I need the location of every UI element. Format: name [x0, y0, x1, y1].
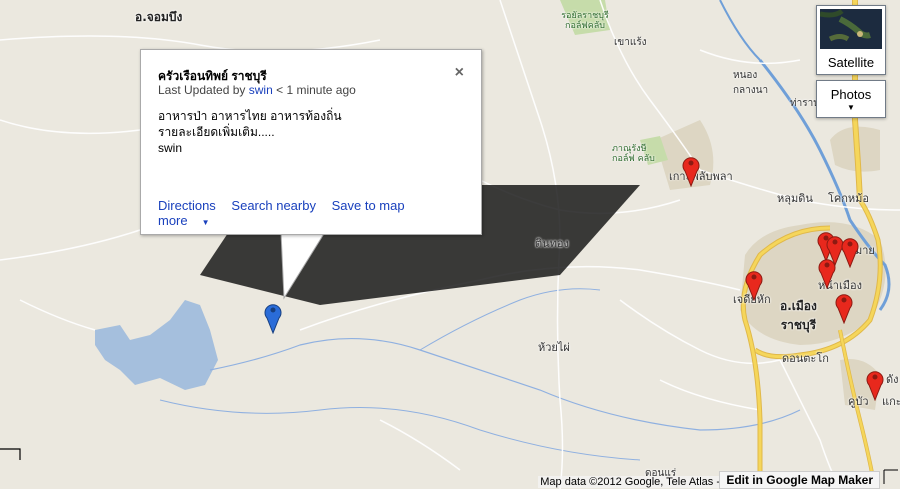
label-golf-mid: ภาณุรังษี กอล์ฟ คลับ	[612, 144, 655, 164]
label-dang: ดัง	[886, 373, 899, 386]
label-huai-phai: ห้วยไผ่	[538, 341, 570, 354]
label-don-takhro: ดอนตะโก	[782, 352, 829, 365]
map-marker-blue-selected[interactable]	[263, 300, 283, 334]
stream-3	[419, 288, 601, 351]
more-link[interactable]: more ▼	[158, 213, 222, 228]
place-description: อาหารป่า อาหารไทย อาหารท้องถิ่น รายละเอี…	[158, 108, 342, 156]
label-chom-bueng: อ.จอมบึง	[135, 10, 183, 24]
photos-label: Photos	[830, 87, 872, 102]
map-copyright: Map data ©2012 Google, Tele Atlas -	[538, 476, 722, 488]
map-marker-red[interactable]	[865, 367, 885, 401]
stream-1	[209, 337, 801, 431]
save-to-map-link[interactable]: Save to map	[332, 198, 405, 213]
map-marker-red[interactable]	[834, 290, 854, 324]
last-updated: Last Updated by swin < 1 minute ago	[158, 83, 356, 97]
scale-bar	[0, 448, 21, 460]
label-khok-mo: โคกหม้อ	[828, 192, 870, 205]
desc-line: รายละเอียดเพิ่มเติม.....	[158, 125, 275, 139]
river-upper	[719, 0, 761, 61]
infowindow-actions: Directions Search nearby Save to map mor…	[158, 198, 481, 228]
directions-link[interactable]: Directions	[158, 198, 216, 213]
satellite-label: Satellite	[827, 55, 875, 70]
place-infowindow: ครัวเรือนทิพย์ ราชบุรี × Last Updated by…	[140, 49, 482, 235]
map-marker-red[interactable]	[840, 234, 860, 268]
label-lum-din: หลุมดิน	[777, 192, 813, 205]
reservoir	[95, 300, 218, 390]
more-label: more	[158, 213, 188, 228]
updated-suffix: < 1 minute ago	[276, 83, 356, 97]
desc-line: swin	[158, 141, 183, 155]
desc-line: อาหารป่า อาหารไทย อาหารท้องถิ่น	[158, 109, 342, 123]
chevron-down-icon: ▼	[201, 218, 210, 227]
photos-button[interactable]: Photos ▼	[816, 80, 886, 118]
satellite-button[interactable]: Satellite	[816, 5, 886, 75]
updated-user-link[interactable]: swin	[249, 83, 273, 97]
label-amphoe-mueang: อ.เมือง ราชบุรี	[780, 299, 817, 332]
label-nong-klang-na: หนอง กลางนา	[733, 70, 769, 96]
search-nearby-link[interactable]: Search nearby	[231, 198, 316, 213]
map-marker-red[interactable]	[744, 267, 764, 301]
edit-in-map-maker-button[interactable]: Edit in Google Map Maker	[719, 471, 880, 489]
map-marker-red[interactable]	[817, 255, 837, 289]
close-icon[interactable]: ×	[455, 64, 464, 82]
infowindow-tail	[280, 232, 326, 300]
label-tin-thong: ตินทอง	[535, 237, 569, 250]
map-marker-red[interactable]	[681, 153, 701, 187]
satellite-thumbnail-icon	[820, 9, 882, 49]
updated-prefix: Last Updated by	[158, 83, 246, 97]
chevron-down-icon: ▼	[847, 103, 855, 112]
label-khao-raeng: เขาแร้ง	[614, 37, 647, 48]
label-golf-top: รอยัลราชบุรี กอล์ฟคลับ	[561, 11, 609, 31]
corner-mark	[883, 469, 898, 484]
